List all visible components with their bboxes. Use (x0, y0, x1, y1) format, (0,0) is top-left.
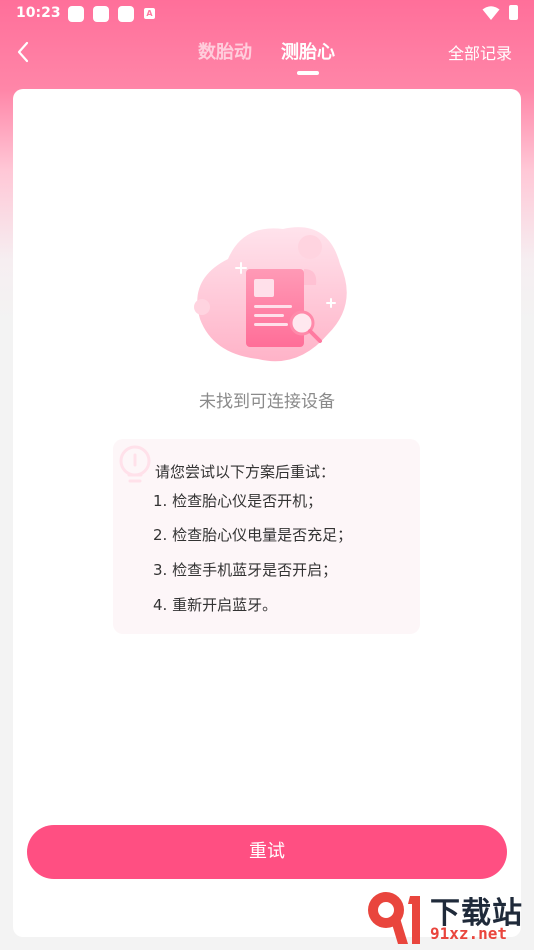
tab-fetal-heart[interactable]: 测胎心 (281, 38, 335, 64)
battery-icon (509, 5, 518, 20)
no-device-illustration (194, 227, 347, 362)
main-card: 未找到可连接设备 请您尝试以下方案后重试： 1. 检查胎心仪是否开机； 2. 检… (13, 89, 521, 937)
top-nav: 数胎动 测胎心 全部记录 (0, 28, 534, 78)
all-records-link[interactable]: 全部记录 (448, 40, 512, 64)
active-tab-indicator (297, 71, 319, 75)
lightbulb-icon (119, 445, 151, 483)
tip-item: 3. 检查手机蓝牙是否开启； (153, 561, 338, 579)
watermark-logo-icon (368, 892, 420, 944)
tip-item: 4. 重新开启蓝牙。 (153, 596, 278, 614)
tip-item: 2. 检查胎心仪电量是否充足； (153, 526, 353, 544)
tips-title: 请您尝试以下方案后重试： (155, 463, 336, 481)
status-time: 10:23 (16, 5, 61, 21)
app-notification-icon: A (144, 8, 155, 19)
watermark-url: 91xz.net (430, 924, 508, 943)
wifi-icon (482, 6, 500, 20)
tip-item: 1. 检查胎心仪是否开机； (153, 492, 323, 510)
tab-fetal-movement[interactable]: 数胎动 (198, 38, 252, 64)
notification-icon (118, 6, 134, 22)
back-arrow-icon[interactable] (12, 38, 36, 66)
status-bar: 10:23 A (0, 0, 534, 28)
tips-panel: 请您尝试以下方案后重试： 1. 检查胎心仪是否开机； 2. 检查胎心仪电量是否充… (113, 439, 420, 634)
notification-icon (93, 6, 109, 22)
notification-icon (68, 6, 84, 22)
watermark: 下载站 91xz.net (364, 886, 532, 948)
retry-button[interactable]: 重试 (27, 825, 507, 879)
empty-state-message: 未找到可连接设备 (199, 392, 335, 412)
